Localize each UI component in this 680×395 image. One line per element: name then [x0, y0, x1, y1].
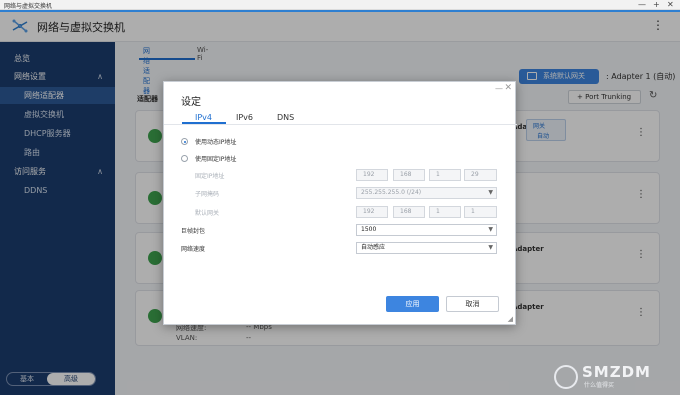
close-button[interactable]: ✕ — [667, 0, 674, 10]
close-icon[interactable]: ✕ — [504, 83, 512, 93]
watermark-logo-icon — [554, 365, 578, 389]
tab-ipv6[interactable]: IPv6 — [236, 113, 253, 122]
fixed-ip-label: 固定IP地址 — [195, 173, 225, 180]
maximize-button[interactable]: + — [653, 0, 660, 10]
mtu-select[interactable]: 1500 ▼ — [356, 224, 497, 236]
speed-value: 自动感应 — [361, 244, 386, 251]
cancel-button[interactable]: 取消 — [446, 296, 499, 312]
gateway-octet-3[interactable]: 1 — [429, 206, 461, 218]
subnet-label: 子网掩码 — [195, 191, 220, 198]
dhcp-radio[interactable] — [181, 138, 188, 145]
chevron-down-icon: ▼ — [488, 226, 493, 233]
chevron-down-icon: ▼ — [488, 189, 493, 196]
subnet-select[interactable]: 255.255.255.0 (/24) ▼ — [356, 187, 497, 199]
dhcp-label: 使用动态IP地址 — [195, 139, 237, 146]
watermark-text: SMZDM — [582, 363, 651, 381]
tab-divider — [164, 124, 517, 125]
gateway-octet-1[interactable]: 192 — [356, 206, 388, 218]
gateway-octet-4[interactable]: 1 — [464, 206, 497, 218]
apply-button[interactable]: 应用 — [386, 296, 439, 312]
subnet-value: 255.255.255.0 (/24) — [361, 189, 422, 196]
dialog-title: 设定 — [181, 97, 201, 108]
minimize-button[interactable]: — — [638, 0, 646, 10]
tab-ipv4[interactable]: IPv4 — [195, 113, 212, 122]
settings-dialog: 设定 — ✕ IPv4 IPv6 DNS 使用动态IP地址 使用固定IP地址 固… — [163, 81, 517, 325]
ip-octet-1[interactable]: 192 — [356, 169, 388, 181]
watermark: SMZDM 什么值得买 — [546, 360, 680, 395]
gateway-octet-2[interactable]: 168 — [393, 206, 425, 218]
chevron-down-icon: ▼ — [488, 244, 493, 251]
mtu-value: 1500 — [361, 226, 377, 233]
speed-select[interactable]: 自动感应 ▼ — [356, 242, 497, 254]
static-ip-label: 使用固定IP地址 — [195, 156, 237, 163]
tab-dns[interactable]: DNS — [277, 113, 294, 122]
mtu-label: 巨帧封包 — [181, 228, 206, 235]
minimize-icon[interactable]: — — [495, 84, 503, 93]
ip-octet-2[interactable]: 168 — [393, 169, 425, 181]
gateway-label: 默认网关 — [195, 210, 220, 217]
ip-octet-4[interactable]: 29 — [464, 169, 497, 181]
static-ip-radio[interactable] — [181, 155, 188, 162]
resize-grip-icon[interactable]: ◢ — [508, 315, 513, 323]
window-title: 网络与虚拟交换机 — [4, 3, 53, 10]
os-title-bar: 网络与虚拟交换机 — + ✕ — [0, 0, 680, 10]
speed-label: 网络速度 — [181, 246, 206, 253]
watermark-subtext: 什么值得买 — [584, 382, 615, 389]
ip-octet-3[interactable]: 1 — [429, 169, 461, 181]
